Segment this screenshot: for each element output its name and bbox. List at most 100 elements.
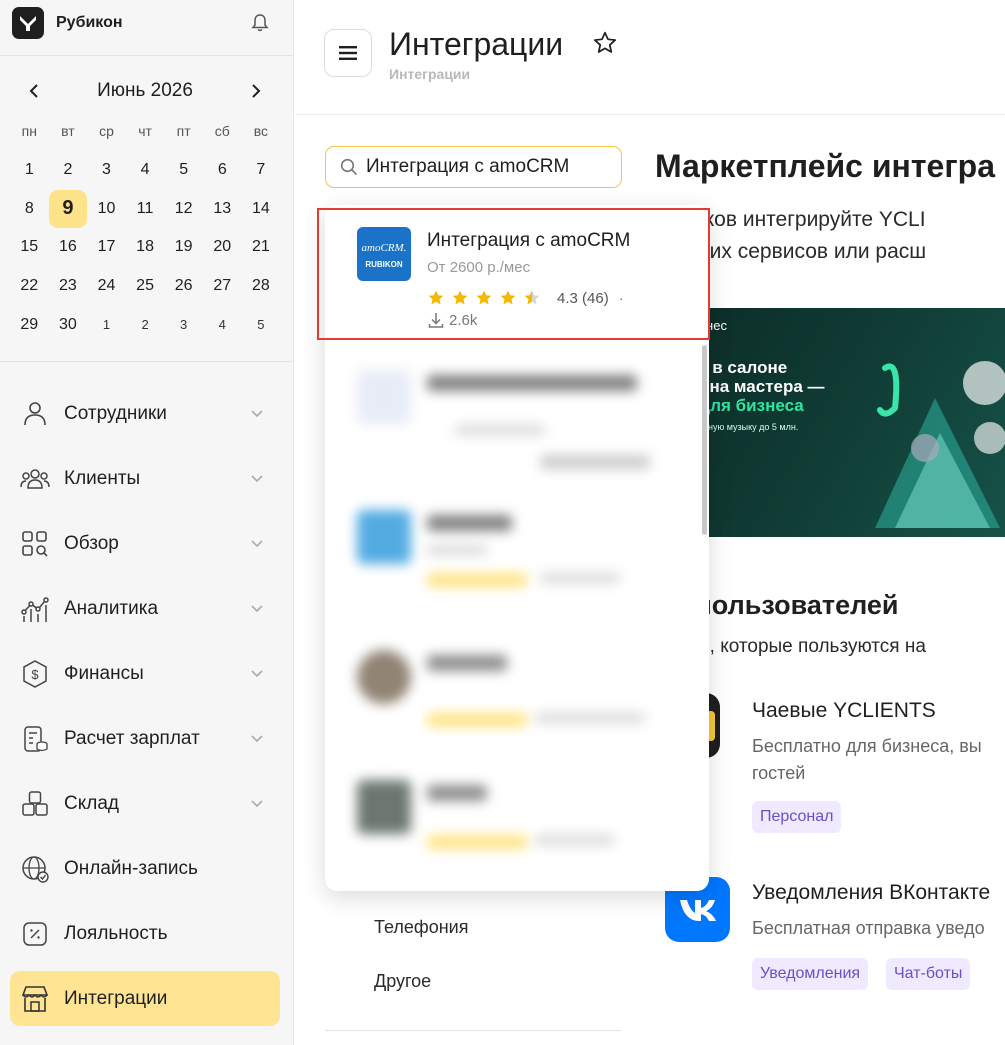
globe-check-icon bbox=[20, 854, 50, 884]
calendar-day[interactable]: 18 bbox=[126, 228, 165, 267]
sidebar: Рубикон Июнь 2026 пн вт ср чт пт сб вс 1 2 3 4 5 6 7 8… bbox=[0, 0, 294, 1045]
brand[interactable]: Рубикон bbox=[12, 7, 282, 39]
blurred-logo bbox=[357, 370, 411, 424]
calendar-day[interactable]: 6 bbox=[203, 151, 242, 190]
sidebar-item-7[interactable]: Онлайн-запись bbox=[10, 836, 280, 901]
calendar-day[interactable]: 30 bbox=[49, 305, 88, 344]
calendar-day[interactable]: 5 bbox=[164, 151, 203, 190]
sidebar-item-6[interactable]: Склад bbox=[10, 771, 280, 836]
calendar-day[interactable]: 4 bbox=[203, 305, 242, 344]
chevron-down-icon[interactable] bbox=[248, 729, 266, 747]
calendar-day[interactable]: 19 bbox=[164, 228, 203, 267]
calendar-day[interactable]: 4 bbox=[126, 151, 165, 190]
calendar-day[interactable]: 1 bbox=[87, 305, 126, 344]
dropdown-scrollbar[interactable] bbox=[702, 345, 707, 535]
app-description: Бесплатно для бизнеса, вы гостей bbox=[752, 736, 982, 783]
calendar-day[interactable]: 15 bbox=[10, 228, 49, 267]
sidebar-item-1[interactable]: Клиенты bbox=[10, 446, 280, 511]
brand-name: Рубикон bbox=[56, 14, 123, 31]
calendar-day-today[interactable]: 9 bbox=[48, 189, 87, 228]
calendar-day[interactable]: 27 bbox=[203, 267, 242, 306]
chevron-down-icon[interactable] bbox=[248, 794, 266, 812]
calendar-day[interactable]: 9 bbox=[48, 189, 88, 229]
tag-chatbots[interactable]: Чат-боты bbox=[886, 958, 971, 990]
sidebar-item-4[interactable]: $ Финансы bbox=[10, 641, 280, 706]
next-month-icon[interactable] bbox=[244, 79, 268, 103]
search-box[interactable] bbox=[325, 146, 622, 188]
calendar-day[interactable]: 28 bbox=[242, 267, 281, 306]
sidebar-menu: Сотрудники Клиенты Обзор Аналитика $ Финансы Р… bbox=[10, 381, 280, 1026]
menu-toggle-button[interactable] bbox=[324, 29, 372, 77]
search-result-blurred[interactable] bbox=[325, 755, 709, 890]
calendar-day[interactable]: 10 bbox=[87, 190, 126, 229]
sidebar-item-label: Интеграции bbox=[64, 987, 168, 1009]
tag-personal[interactable]: Персонал bbox=[752, 801, 842, 833]
calendar: Июнь 2026 пн вт ср чт пт сб вс 1 2 3 4 5 6 7 8 9 10 11 12 1… bbox=[10, 73, 280, 344]
sidebar-item-label: Лояльность bbox=[64, 922, 168, 944]
sidebar-item-9[interactable]: Интеграции bbox=[10, 971, 280, 1026]
calendar-day[interactable]: 3 bbox=[87, 151, 126, 190]
weekday-label: пн bbox=[21, 123, 37, 139]
hamburger-icon bbox=[339, 46, 357, 60]
calendar-day[interactable]: 24 bbox=[87, 267, 126, 306]
store-icon bbox=[20, 984, 50, 1014]
calendar-day[interactable]: 13 bbox=[203, 190, 242, 229]
sidebar-item-label: Расчет зарплат bbox=[64, 727, 200, 749]
category-other[interactable]: Другое bbox=[325, 954, 621, 1008]
sidebar-item-label: Онлайн-запись bbox=[64, 857, 198, 879]
chevron-down-icon[interactable] bbox=[248, 404, 266, 422]
category-list: Телефония Другое bbox=[325, 900, 621, 1008]
bell-icon[interactable] bbox=[250, 13, 270, 33]
blurred-logo bbox=[357, 780, 411, 834]
calendar-month: Июнь 2026 bbox=[97, 80, 193, 101]
sidebar-item-5[interactable]: Расчет зарплат bbox=[10, 706, 280, 771]
calendar-day[interactable]: 21 bbox=[242, 228, 281, 267]
calendar-day[interactable]: 22 bbox=[10, 267, 49, 306]
calendar-day[interactable]: 25 bbox=[126, 267, 165, 306]
calendar-day[interactable]: 1 bbox=[10, 151, 49, 190]
calendar-day[interactable]: 12 bbox=[164, 190, 203, 229]
category-telephony[interactable]: Телефония bbox=[325, 900, 621, 954]
sidebar-item-3[interactable]: Аналитика bbox=[10, 576, 280, 641]
app-root: Рубикон Июнь 2026 пн вт ср чт пт сб вс 1 2 3 4 5 6 7 8… bbox=[0, 0, 1005, 1045]
calendar-day[interactable]: 29 bbox=[10, 305, 49, 344]
calendar-day[interactable]: 7 bbox=[242, 151, 281, 190]
calendar-day[interactable]: 16 bbox=[49, 228, 88, 267]
weekday-label: ср bbox=[99, 123, 114, 139]
search-input[interactable] bbox=[366, 156, 616, 178]
calendar-day[interactable]: 11 bbox=[126, 190, 165, 229]
calendar-day[interactable]: 3 bbox=[164, 305, 203, 344]
sidebar-item-0[interactable]: Сотрудники bbox=[10, 381, 280, 446]
analytics-icon bbox=[20, 594, 50, 624]
calendar-day[interactable]: 2 bbox=[126, 305, 165, 344]
calendar-day[interactable]: 14 bbox=[242, 190, 281, 229]
calendar-day[interactable]: 5 bbox=[242, 305, 281, 344]
calendar-day[interactable]: 8 bbox=[10, 190, 49, 229]
calendar-day[interactable]: 17 bbox=[87, 228, 126, 267]
search-result-blurred[interactable] bbox=[325, 345, 709, 480]
sidebar-item-label: Клиенты bbox=[64, 467, 141, 489]
weekday-label: вс bbox=[253, 123, 268, 139]
sidebar-item-2[interactable]: Обзор bbox=[10, 511, 280, 576]
tag-notifications[interactable]: Уведомления bbox=[752, 958, 869, 990]
page-header: Интеграции Интеграции bbox=[295, 0, 1005, 115]
person-icon bbox=[20, 399, 50, 429]
prev-month-icon[interactable] bbox=[22, 79, 46, 103]
calendar-day[interactable]: 26 bbox=[164, 267, 203, 306]
search-result-blurred[interactable] bbox=[325, 625, 709, 760]
app-name: Уведомления ВКонтакте bbox=[752, 881, 991, 904]
chevron-down-icon[interactable] bbox=[248, 534, 266, 552]
chevron-down-icon[interactable] bbox=[248, 664, 266, 682]
banner-art bbox=[875, 361, 1005, 528]
calendar-day[interactable]: 20 bbox=[203, 228, 242, 267]
svg-text:$: $ bbox=[31, 667, 39, 682]
calendar-day[interactable]: 2 bbox=[49, 151, 88, 190]
sidebar-item-8[interactable]: Лояльность bbox=[10, 901, 280, 966]
search-result-blurred[interactable] bbox=[325, 485, 709, 620]
chevron-down-icon[interactable] bbox=[248, 469, 266, 487]
divider bbox=[0, 361, 294, 362]
breadcrumb[interactable]: Интеграции bbox=[389, 66, 470, 82]
favorite-star-icon[interactable] bbox=[592, 30, 618, 56]
calendar-day[interactable]: 23 bbox=[49, 267, 88, 306]
chevron-down-icon[interactable] bbox=[248, 599, 266, 617]
